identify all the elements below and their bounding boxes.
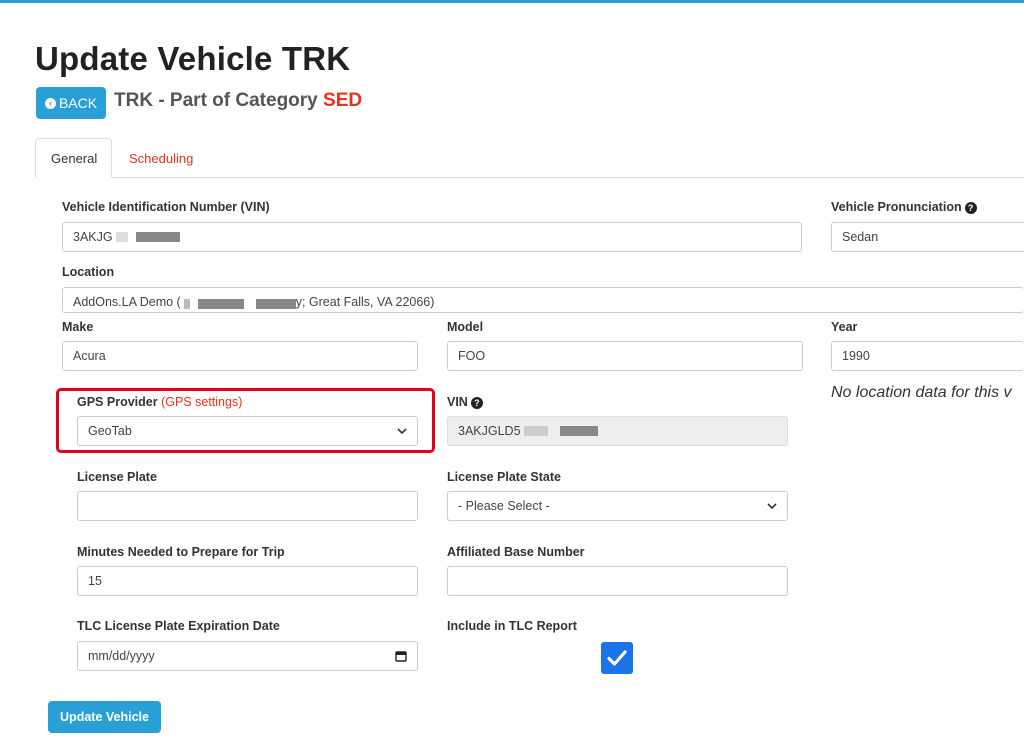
chevron-down-icon [767, 503, 777, 510]
pronunciation-input-value: Sedan [842, 230, 879, 244]
license-plate-label: License Plate [77, 470, 157, 484]
location-value-prefix: AddOns.LA Demo ( [73, 295, 181, 309]
location-value-suffix: y; Great Falls, VA 22066) [295, 295, 435, 309]
make-input-value: Acura [73, 349, 106, 363]
affiliated-base-label: Affiliated Base Number [447, 545, 585, 559]
vin-readonly-label: VIN? [447, 395, 483, 409]
make-label: Make [62, 320, 94, 334]
license-plate-state-select[interactable]: - Please Select - [447, 491, 788, 521]
page-title: Update Vehicle TRK [35, 40, 351, 77]
redacted-block [197, 299, 244, 309]
pronunciation-label-text: Vehicle Pronunciation [831, 200, 962, 214]
year-input-value: 1990 [842, 349, 870, 363]
location-select[interactable]: AddOns.LA Demo ( y; Great Falls, VA 2206… [62, 287, 1024, 313]
date-placeholder: mm/dd/yyyy [88, 649, 155, 663]
redacted-block [255, 299, 296, 309]
tlc-report-label: Include in TLC Report [447, 619, 577, 633]
chevron-down-icon [397, 428, 407, 435]
license-plate-input[interactable] [77, 491, 418, 521]
update-vehicle-button[interactable]: Update Vehicle [48, 701, 161, 733]
gps-provider-select[interactable]: GeoTab [77, 416, 418, 446]
location-label: Location [62, 265, 115, 279]
calendar-icon[interactable] [395, 650, 407, 662]
top-accent-bar [0, 0, 1024, 3]
vin-label: Vehicle Identification Number (VIN) [62, 200, 270, 214]
help-icon[interactable]: ? [964, 201, 977, 214]
make-input[interactable]: Acura [62, 341, 418, 371]
gps-provider-label-text: GPS Provider [77, 395, 158, 409]
gps-provider-select-value: GeoTab [88, 424, 132, 438]
tlc-report-checkbox[interactable] [601, 642, 633, 674]
back-button-label: BACK [58, 95, 98, 111]
year-label: Year [831, 320, 858, 334]
vin-input[interactable]: 3AKJG [62, 222, 802, 252]
model-input[interactable]: FOO [447, 341, 803, 371]
redacted-block [523, 426, 548, 436]
redacted-block [115, 232, 128, 242]
model-label: Model [447, 320, 484, 334]
tlc-expiration-date-input[interactable]: mm/dd/yyyy [77, 641, 418, 671]
redacted-block [183, 299, 190, 309]
chevron-left-icon: ‹ [44, 97, 56, 109]
no-location-note: No location data for this v [831, 384, 1012, 401]
pronunciation-label: Vehicle Pronunciation? [831, 200, 977, 214]
tab-general[interactable]: General [35, 138, 112, 178]
affiliated-base-input[interactable] [447, 566, 788, 596]
redacted-block [559, 426, 598, 436]
minutes-input-value: 15 [88, 574, 102, 588]
back-button[interactable]: ‹ BACK [36, 87, 106, 119]
gps-provider-label: GPS Provider (GPS settings) [77, 395, 242, 409]
model-input-value: FOO [458, 349, 486, 363]
vin-readonly-field: 3AKJGLD5 [447, 416, 788, 446]
vin-input-value: 3AKJG [73, 230, 113, 244]
subtitle-text: TRK - Part of Category [114, 90, 324, 111]
minutes-input[interactable]: 15 [77, 566, 418, 596]
vin-readonly-value: 3AKJGLD5 [458, 424, 521, 438]
tab-general-label: General [51, 150, 98, 166]
tab-scheduling[interactable]: Scheduling [114, 138, 208, 178]
page-subtitle: TRK - Part of Category SED [114, 90, 362, 112]
redacted-block [135, 232, 180, 242]
vin-readonly-label-text: VIN [447, 395, 468, 409]
tab-scheduling-label: Scheduling [129, 150, 194, 166]
tlc-expiration-label: TLC License Plate Expiration Date [77, 619, 280, 633]
checkmark-icon [607, 650, 627, 666]
license-plate-state-label: License Plate State [447, 470, 561, 484]
gps-settings-link[interactable]: (GPS settings) [161, 395, 242, 409]
license-plate-state-value: - Please Select - [458, 499, 550, 513]
help-icon[interactable]: ? [470, 396, 483, 409]
category-name: SED [323, 90, 363, 111]
pronunciation-input[interactable]: Sedan [831, 222, 1024, 252]
minutes-label: Minutes Needed to Prepare for Trip [77, 545, 285, 559]
year-input[interactable]: 1990 [831, 341, 1024, 371]
